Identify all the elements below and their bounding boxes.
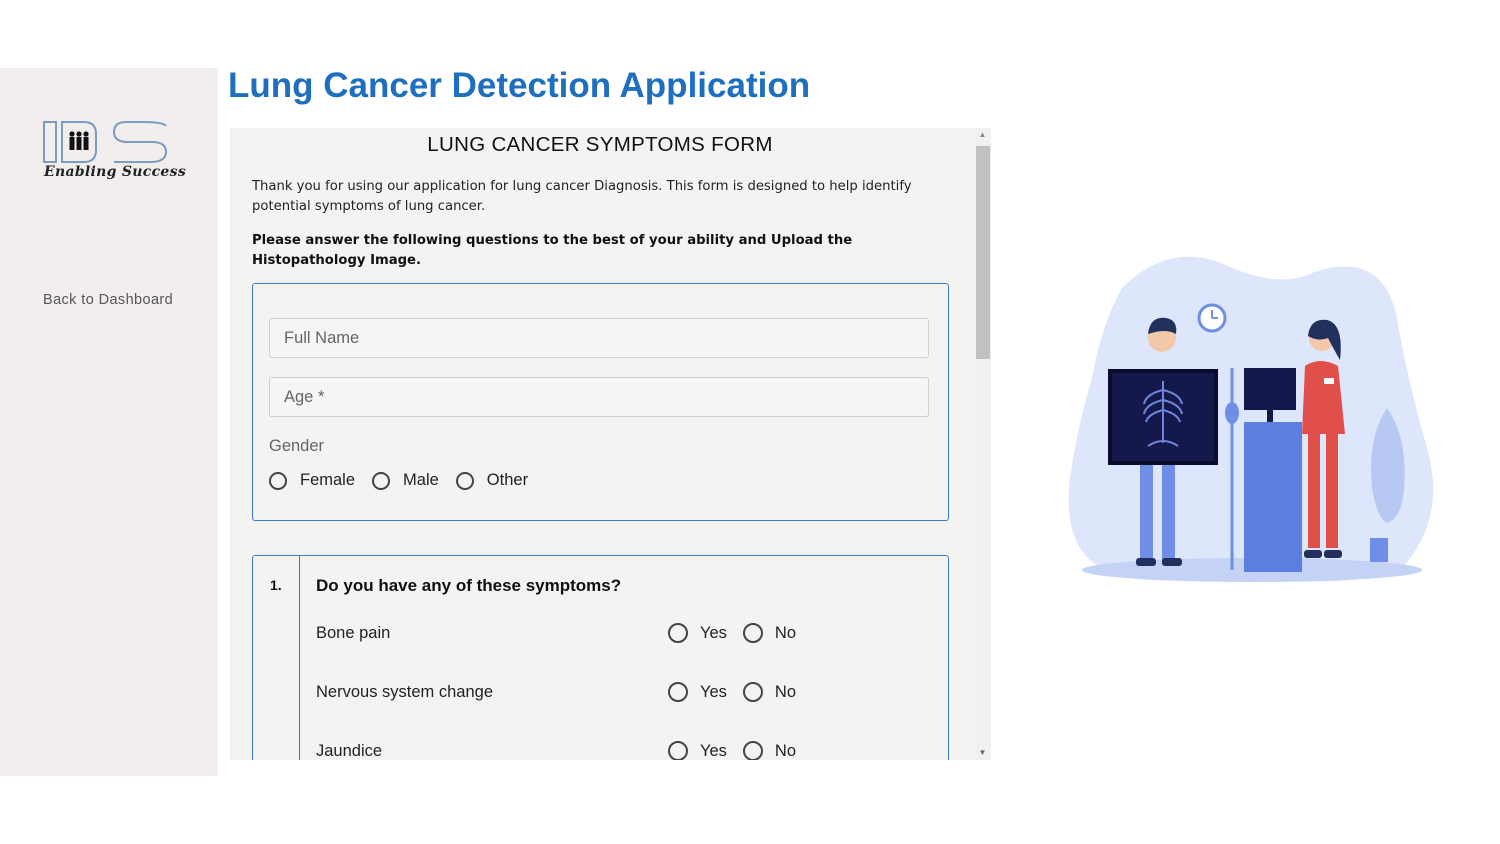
yes-label: Yes <box>700 682 727 701</box>
scroll-down-arrow-icon[interactable]: ▼ <box>974 746 991 760</box>
no-label: No <box>774 623 797 642</box>
no-label: No <box>774 682 797 701</box>
yes-label: Yes <box>700 623 727 642</box>
yes-option[interactable]: Yes <box>668 741 727 760</box>
gender-label: Gender <box>269 437 325 455</box>
yes-no-radio-group: Yes No <box>668 741 812 760</box>
gender-radio-group: Female Male Other <box>269 471 545 490</box>
gender-option-male[interactable]: Male <box>372 471 439 490</box>
scroll-up-arrow-icon[interactable]: ▲ <box>974 128 991 142</box>
yes-option[interactable]: Yes <box>668 682 727 702</box>
yes-label: Yes <box>700 741 727 760</box>
radio-button[interactable] <box>372 471 391 490</box>
symptom-row-bone-pain: Bone pain Yes No <box>316 619 876 649</box>
radio-button[interactable] <box>742 623 763 643</box>
radio-button[interactable] <box>668 623 688 643</box>
personal-info-section: Gender Female Male Other <box>252 283 949 521</box>
form-heading: LUNG CANCER SYMPTOMS FORM <box>427 133 773 156</box>
ids-logo: Enabling Success <box>42 120 186 188</box>
yes-no-radio-group: Yes No <box>668 682 812 702</box>
page-title: Lung Cancer Detection Application <box>228 66 811 105</box>
no-option[interactable]: No <box>742 682 797 702</box>
gender-option-label: Female <box>300 471 356 489</box>
radio-button[interactable] <box>668 682 688 702</box>
question-number-column: 1. <box>253 556 300 760</box>
full-name-input[interactable] <box>269 318 929 358</box>
gender-option-label: Male <box>403 471 439 489</box>
question-title: Do you have any of these symptoms? <box>316 576 622 595</box>
doctor-xray-illustration <box>1062 248 1438 588</box>
symptom-label: Jaundice <box>316 742 383 760</box>
form-scrollbar[interactable]: ▲ ▼ <box>974 128 991 760</box>
form-intro-text: Thank you for using our application for … <box>252 179 912 214</box>
radio-button[interactable] <box>455 471 474 490</box>
no-option[interactable]: No <box>742 623 797 643</box>
sidebar: Enabling Success Back to Dashboard <box>0 68 218 776</box>
symptoms-form-frame: LUNG CANCER SYMPTOMS FORM Thank you for … <box>230 128 991 760</box>
symptom-label: Bone pain <box>316 624 391 642</box>
scrollbar-thumb[interactable] <box>976 146 990 359</box>
form-instruction-text: Please answer the following questions to… <box>252 233 853 268</box>
yes-option[interactable]: Yes <box>668 623 727 643</box>
age-input[interactable] <box>269 377 929 417</box>
symptom-row-jaundice: Jaundice Yes No <box>316 737 876 760</box>
gender-option-other[interactable]: Other <box>455 471 529 490</box>
yes-no-radio-group: Yes No <box>668 623 812 643</box>
symptom-label: Nervous system change <box>316 683 493 701</box>
no-option[interactable]: No <box>742 741 797 760</box>
radio-button[interactable] <box>742 741 763 760</box>
gender-option-female[interactable]: Female <box>269 471 355 490</box>
radio-button[interactable] <box>269 471 287 490</box>
no-label: No <box>774 741 797 760</box>
question-section: 1. Do you have any of these symptoms? Bo… <box>252 555 949 760</box>
logo-tagline: Enabling Success <box>44 164 186 180</box>
question-number: 1. <box>270 577 282 593</box>
radio-button[interactable] <box>668 741 688 760</box>
symptom-row-nervous-system-change: Nervous system change Yes No <box>316 678 876 708</box>
radio-button[interactable] <box>742 682 763 702</box>
gender-option-label: Other <box>486 471 529 489</box>
back-to-dashboard-link[interactable]: Back to Dashboard <box>43 292 173 308</box>
